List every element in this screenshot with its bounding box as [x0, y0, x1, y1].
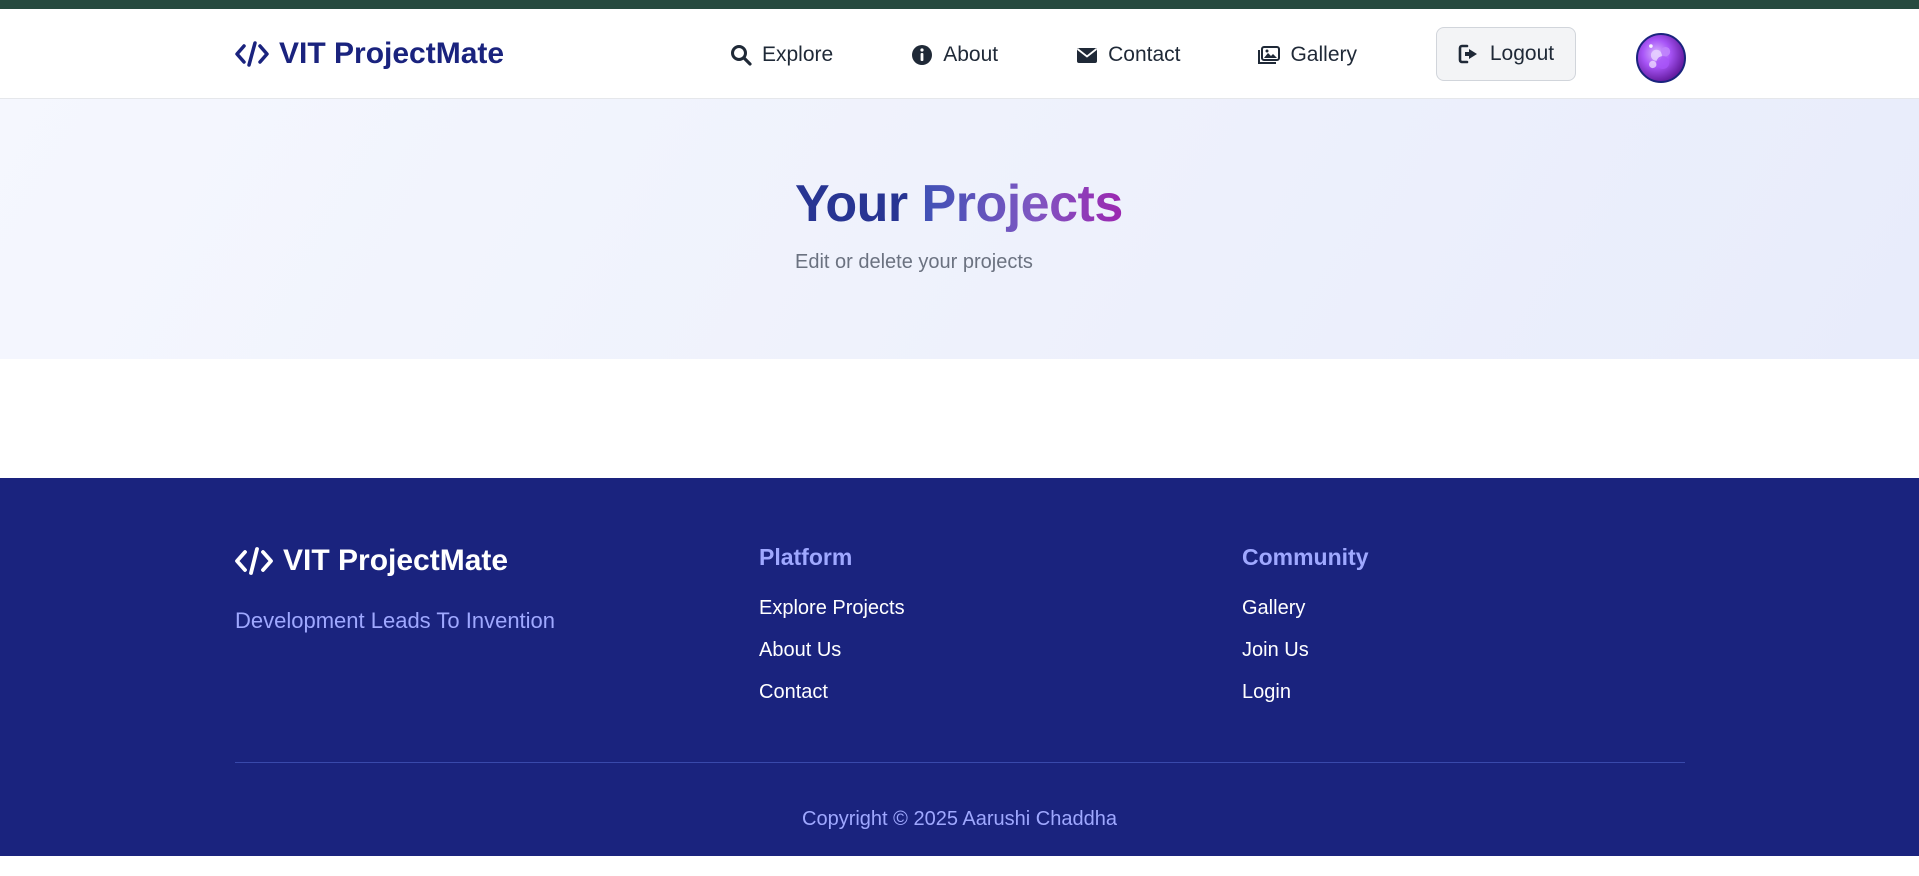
envelope-icon: [1077, 48, 1098, 63]
footer-link-login[interactable]: Login: [1242, 680, 1309, 722]
page-title-part2: Projects: [921, 175, 1124, 233]
footer-brand-name: VIT ProjectMate: [283, 544, 509, 577]
code-icon: [235, 41, 269, 67]
copyright-text: Copyright © 2025 Aarushi Chaddha: [802, 808, 1117, 830]
footer-platform-links: Explore Projects About Us Contact: [759, 596, 905, 722]
brand-name: VIT ProjectMate: [279, 37, 505, 70]
footer-tagline: Development Leads To Invention: [235, 608, 556, 633]
footer-brand[interactable]: VIT ProjectMate: [235, 544, 508, 578]
nav-about[interactable]: About: [911, 43, 998, 67]
search-icon: [731, 45, 752, 66]
page-title: Your Projects: [795, 174, 1123, 234]
code-icon: [235, 547, 273, 575]
page-subtitle: Edit or delete your projects: [795, 251, 1033, 273]
top-strip: [0, 0, 1919, 9]
navbar: VIT ProjectMate Explore About Contact Ga…: [0, 9, 1919, 99]
images-icon: [1258, 46, 1281, 64]
nav-gallery[interactable]: Gallery: [1258, 43, 1357, 67]
info-icon: [912, 45, 933, 65]
page-header: Your Projects Edit or delete your projec…: [0, 99, 1919, 359]
footer: VIT ProjectMate Development Leads To Inv…: [0, 478, 1919, 856]
page-title-part1: Your: [795, 175, 908, 233]
brand-logo[interactable]: VIT ProjectMate: [235, 37, 504, 71]
footer-divider: [235, 762, 1685, 763]
logout-label: Logout: [1489, 42, 1555, 65]
avatar[interactable]: [1636, 33, 1686, 83]
footer-community-heading: Community: [1242, 544, 1369, 570]
nav-about-label: About: [943, 43, 999, 66]
footer-link-about-us[interactable]: About Us: [759, 638, 905, 680]
nav-contact-label: Contact: [1108, 43, 1181, 66]
footer-link-explore-projects[interactable]: Explore Projects: [759, 596, 905, 638]
sign-out-icon: [1458, 44, 1477, 64]
nav-explore[interactable]: Explore: [730, 43, 833, 67]
avatar-image: [1649, 44, 1671, 70]
nav-contact[interactable]: Contact: [1076, 43, 1180, 67]
footer-link-join-us[interactable]: Join Us: [1242, 638, 1309, 680]
nav-links: Explore About Contact Gallery: [730, 27, 1417, 83]
footer-platform-heading: Platform: [759, 544, 853, 570]
nav-explore-label: Explore: [762, 43, 834, 66]
footer-link-gallery[interactable]: Gallery: [1242, 596, 1309, 638]
logout-button[interactable]: Logout: [1436, 27, 1576, 81]
footer-community-links: Gallery Join Us Login: [1242, 596, 1309, 722]
footer-link-contact[interactable]: Contact: [759, 680, 905, 722]
nav-gallery-label: Gallery: [1290, 43, 1357, 66]
